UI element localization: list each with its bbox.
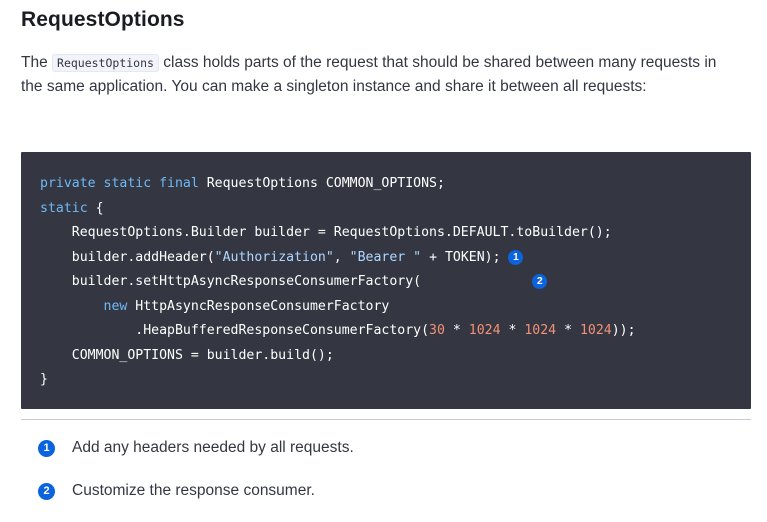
intro-paragraph: The RequestOptions class holds parts of … xyxy=(21,51,741,99)
code-number: 1024 xyxy=(579,323,612,338)
documentation-section: RequestOptions The RequestOptions class … xyxy=(0,0,767,508)
code-line-1: RequestOptions COMMON_OPTIONS; xyxy=(198,176,445,191)
callout-item: 2 Customize the response consumer. xyxy=(38,479,354,503)
code-operator: * xyxy=(500,323,525,338)
code-line-3: RequestOptions.Builder builder = Request… xyxy=(40,225,612,240)
code-keyword: new xyxy=(103,298,128,314)
code-line-6-indent xyxy=(40,299,104,314)
code-line-5: builder.setHttpAsyncResponseConsumerFact… xyxy=(40,274,533,289)
section-heading: RequestOptions xyxy=(21,8,185,31)
callout-item: 1 Add any headers needed by all requests… xyxy=(38,436,354,460)
callout-text: Add any headers needed by all requests. xyxy=(72,439,354,456)
code-line-7-start: .HeapBufferedResponseConsumerFactory( xyxy=(40,323,430,338)
code-line-8: COMMON_OPTIONS = builder.build(); xyxy=(40,347,334,363)
callout-text: Customize the response consumer. xyxy=(72,482,315,499)
code-operator: * xyxy=(556,323,580,338)
code-callout-badge-1: 1 xyxy=(508,249,524,265)
code-keyword: private static final xyxy=(40,176,199,191)
code-callout-badge-2: 2 xyxy=(532,274,548,289)
intro-text-before: The xyxy=(21,54,53,71)
code-line-4-start: builder.addHeader( xyxy=(40,249,215,265)
callout-divider xyxy=(21,419,751,420)
code-keyword: static xyxy=(40,200,88,216)
code-number: 1024 xyxy=(524,323,557,338)
callout-number-badge: 1 xyxy=(38,439,55,457)
code-content: private static final RequestOptions COMM… xyxy=(40,172,751,393)
inline-code-class-name: RequestOptions xyxy=(52,54,159,72)
code-operator: * xyxy=(444,323,469,338)
code-line-2: { xyxy=(87,200,104,216)
callout-number-badge: 2 xyxy=(38,482,55,500)
code-string: "Bearer " xyxy=(349,249,422,265)
code-line-9: } xyxy=(40,372,48,387)
code-number: 1024 xyxy=(468,323,501,338)
code-line-7-end: )); xyxy=(611,323,636,338)
code-number: 30 xyxy=(429,323,445,338)
code-line-4-end: + TOKEN); xyxy=(421,249,509,265)
code-block[interactable]: private static final RequestOptions COMM… xyxy=(21,152,751,409)
code-line-4-mid: , xyxy=(333,249,350,265)
callout-list: 1 Add any headers needed by all requests… xyxy=(38,436,354,522)
code-line-6: HttpAsyncResponseConsumerFactory xyxy=(127,298,390,314)
code-string: "Authorization" xyxy=(214,249,334,265)
